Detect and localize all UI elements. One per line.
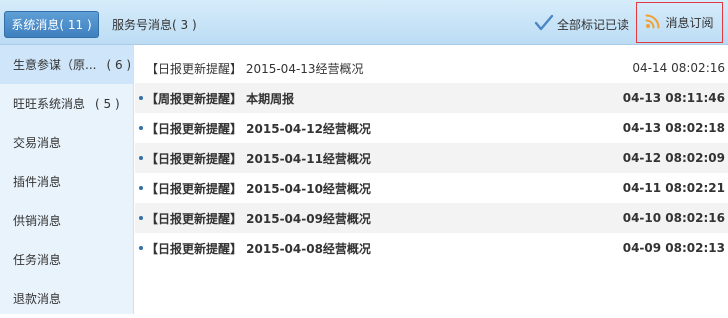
message-row[interactable]: 【日报更新提醒】 2015-04-12经营概况 04-13 08:02:18 [135, 113, 728, 143]
message-time: 04-11 08:02:21 [622, 181, 725, 195]
tab-service-messages[interactable]: 服务号消息( 3 ) [112, 11, 197, 38]
message-subject: 【日报更新提醒】 2015-04-10经营概况 [146, 181, 371, 196]
message-time: 04-14 08:02:16 [632, 61, 725, 75]
sidebar-item-plugin[interactable]: 插件消息 [0, 162, 133, 201]
message-list: 【日报更新提醒】 2015-04-13经营概况 04-14 08:02:16 【… [135, 53, 728, 263]
message-row[interactable]: 【日报更新提醒】 2015-04-09经营概况 04-10 08:02:16 [135, 203, 728, 233]
message-subject: 【日报更新提醒】 2015-04-12经营概况 [146, 121, 371, 136]
top-toolbar: 系统消息( 11 ) 服务号消息( 3 ) 全部标记已读 消息订阅 [0, 0, 728, 45]
sidebar-item-label: 退款消息 [13, 292, 62, 306]
message-row[interactable]: 【日报更新提醒】 2015-04-10经营概况 04-11 08:02:21 [135, 173, 728, 203]
message-time: 04-12 08:02:09 [622, 151, 725, 165]
sidebar-item-count: ( 5 ) [95, 96, 120, 111]
message-row[interactable]: 【日报更新提醒】 2015-04-13经营概况 04-14 08:02:16 [135, 53, 728, 83]
rss-icon [645, 13, 665, 32]
sidebar-item-label: 交易消息 [13, 136, 62, 150]
unread-dot-icon [139, 186, 143, 190]
subscribe-button[interactable]: 消息订阅 [636, 2, 723, 43]
sidebar-item-business-advisor[interactable]: 生意参谋（原... ( 6 ) [0, 45, 133, 84]
message-row[interactable]: 【周报更新提醒】 本期周报 04-13 08:11:46 [135, 83, 728, 113]
message-time: 04-10 08:02:16 [622, 211, 725, 225]
unread-dot-icon [139, 216, 143, 220]
message-subject: 【周报更新提醒】 本期周报 [146, 91, 295, 106]
sidebar-item-label: 生意参谋（原... [13, 58, 97, 72]
sidebar-item-refund[interactable]: 退款消息 [0, 279, 133, 318]
unread-dot-icon [139, 246, 143, 250]
message-time: 04-13 08:02:18 [622, 121, 725, 135]
unread-dot-icon [139, 96, 143, 100]
sidebar-item-count: ( 6 ) [106, 57, 132, 72]
sidebar-item-label: 供销消息 [13, 214, 62, 228]
tab-system-messages[interactable]: 系统消息( 11 ) [4, 11, 99, 38]
message-category-sidebar: 生意参谋（原... ( 6 ) 旺旺系统消息 ( 5 ) 交易消息 插件消息 供… [0, 45, 134, 314]
unread-dot-icon [139, 126, 143, 130]
message-subject: 【日报更新提醒】 2015-04-09经营概况 [146, 211, 371, 226]
message-subject: 【日报更新提醒】 2015-04-13经营概况 [146, 61, 364, 76]
subscribe-label: 消息订阅 [665, 16, 714, 30]
message-row[interactable]: 【日报更新提醒】 2015-04-08经营概况 04-09 08:02:13 [135, 233, 728, 263]
sidebar-item-wangwang[interactable]: 旺旺系统消息 ( 5 ) [0, 84, 133, 123]
sidebar-item-label: 插件消息 [13, 175, 62, 189]
sidebar-item-task[interactable]: 任务消息 [0, 240, 133, 279]
message-subject: 【日报更新提醒】 2015-04-08经营概况 [146, 241, 371, 256]
mark-all-read-button[interactable]: 全部标记已读 [534, 11, 629, 38]
message-row[interactable]: 【日报更新提醒】 2015-04-11经营概况 04-12 08:02:09 [135, 143, 728, 173]
sidebar-item-label: 任务消息 [13, 253, 62, 267]
sidebar-item-trade[interactable]: 交易消息 [0, 123, 133, 162]
check-icon [534, 14, 557, 35]
sidebar-item-label: 旺旺系统消息 [13, 97, 86, 111]
sidebar-item-distribution[interactable]: 供销消息 [0, 201, 133, 240]
message-time: 04-13 08:11:46 [622, 91, 725, 105]
unread-dot-icon [139, 156, 143, 160]
message-time: 04-09 08:02:13 [622, 241, 725, 255]
message-subject: 【日报更新提醒】 2015-04-11经营概况 [146, 151, 371, 166]
mark-all-read-label: 全部标记已读 [557, 18, 630, 32]
